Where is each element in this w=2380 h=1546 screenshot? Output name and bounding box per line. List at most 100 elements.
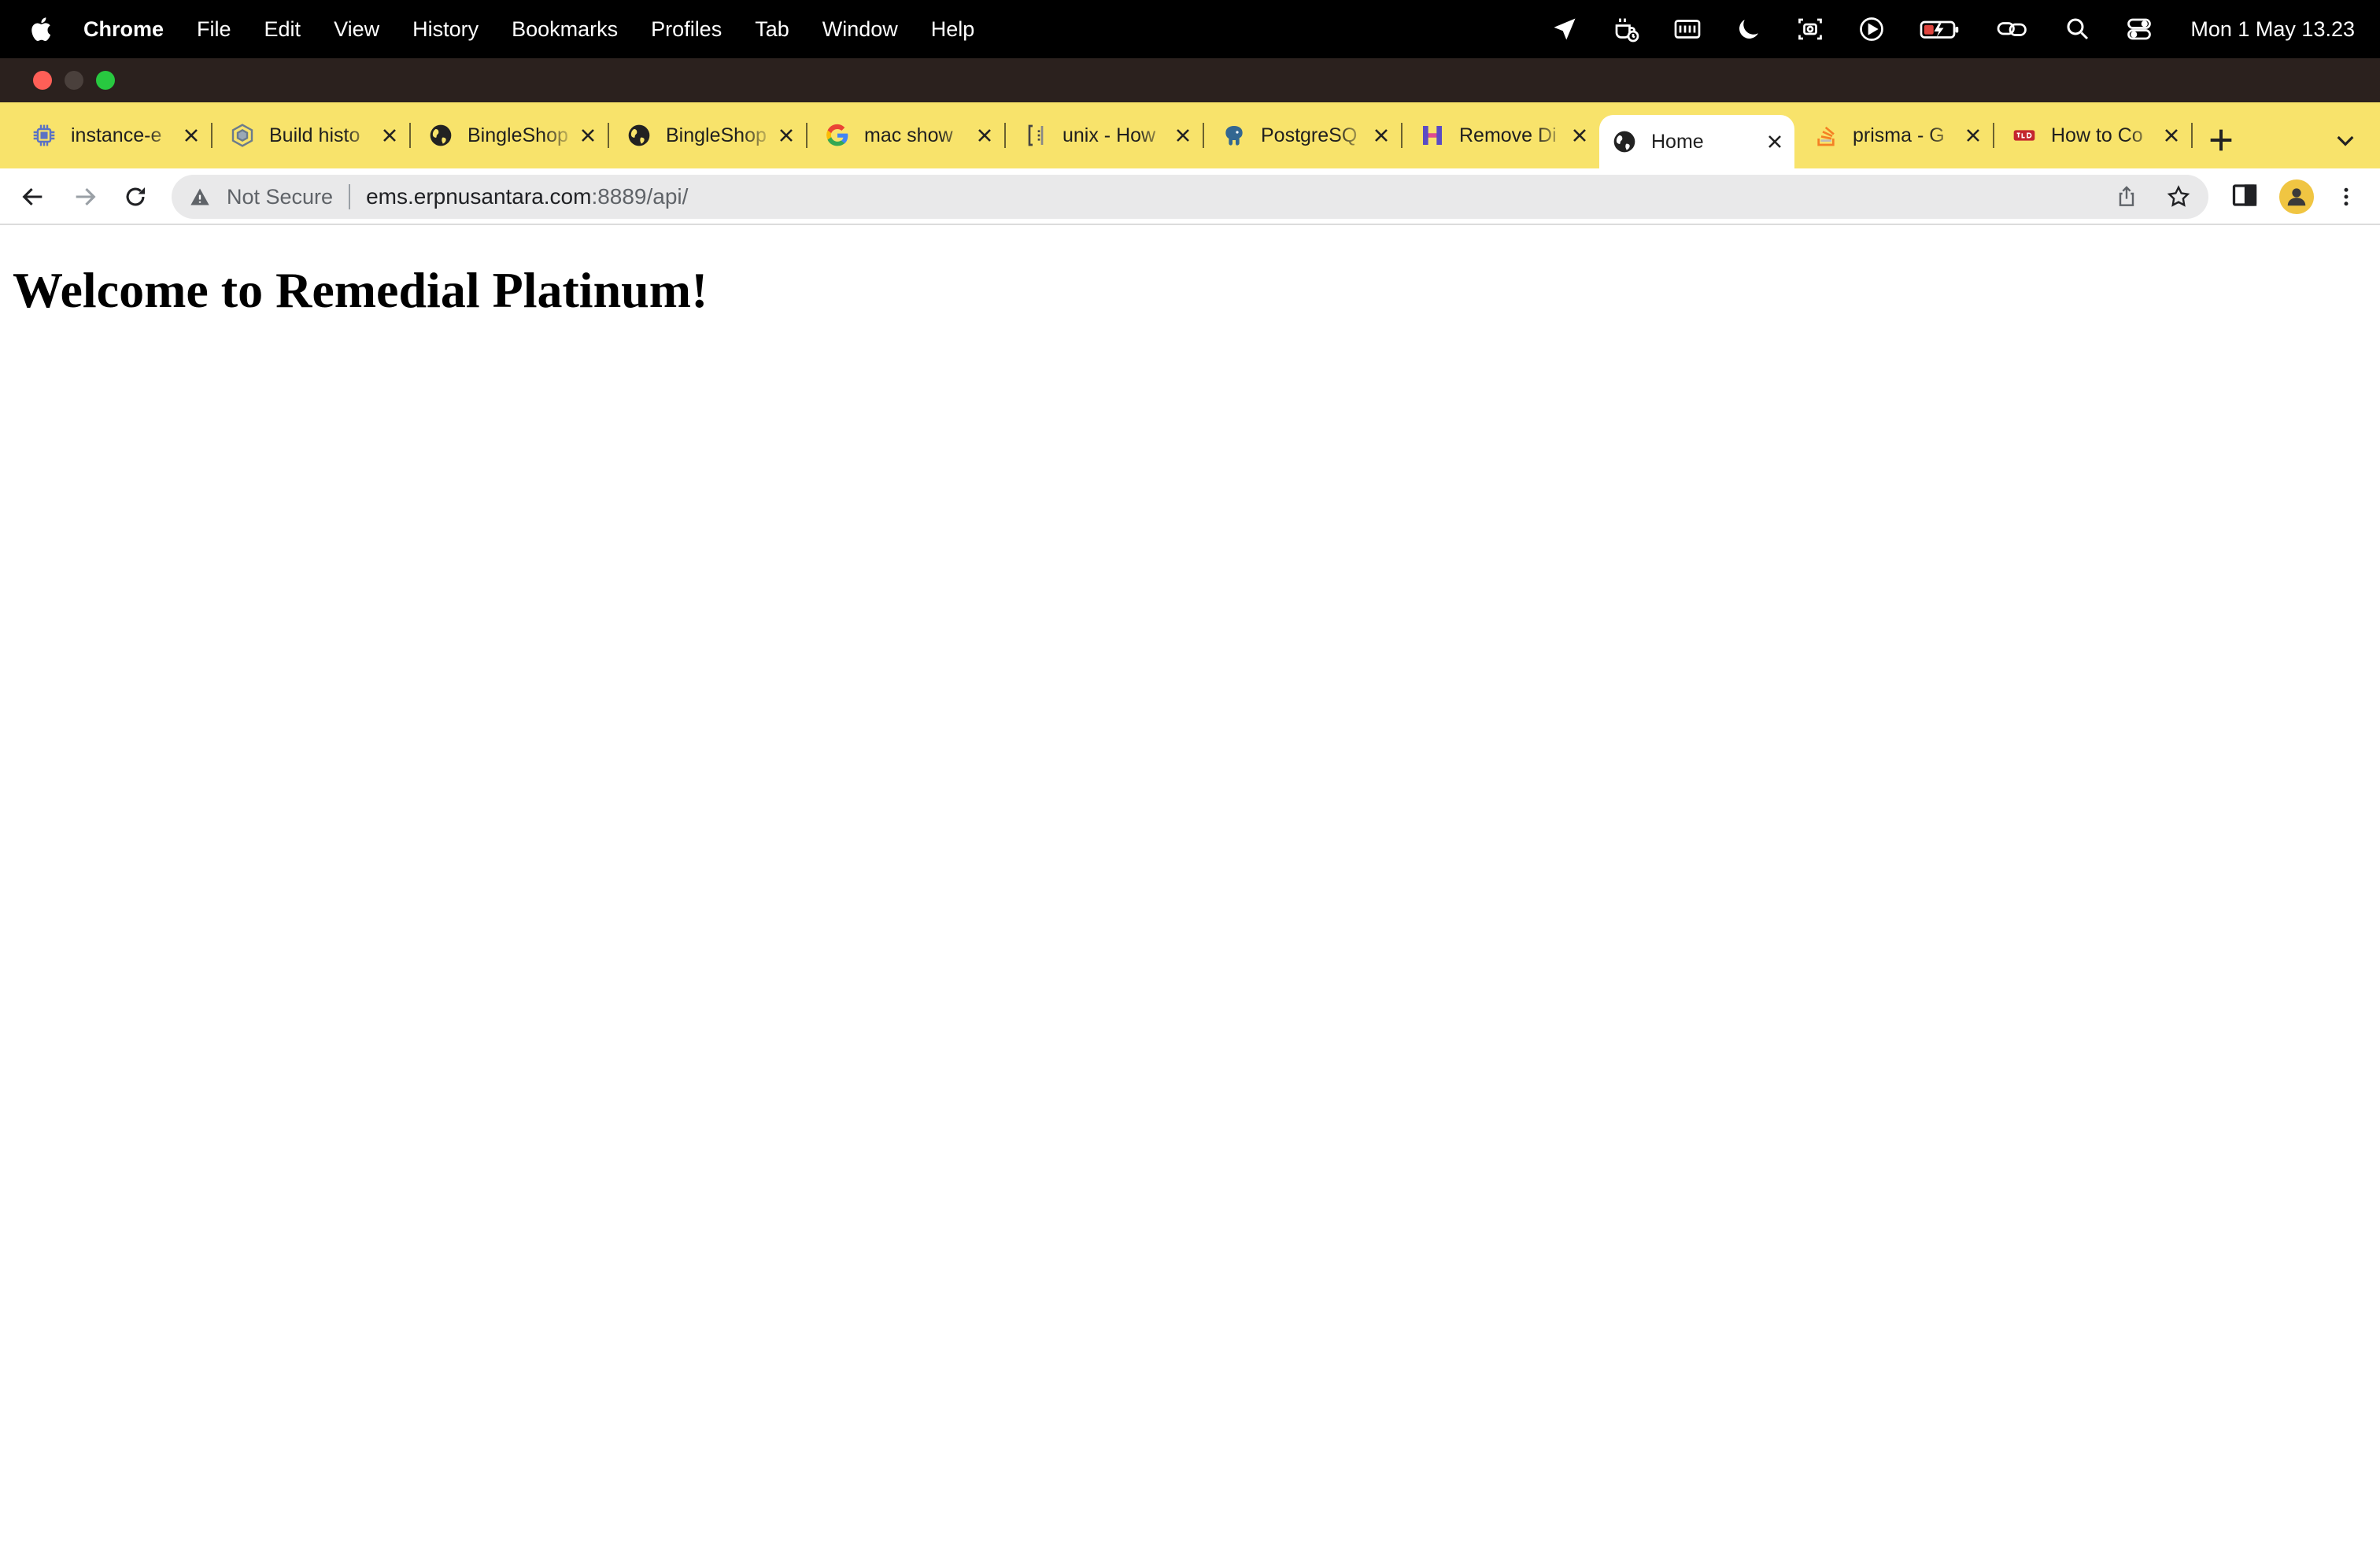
- menu-history[interactable]: History: [412, 17, 479, 42]
- close-tab-icon[interactable]: [774, 124, 798, 147]
- tab-strip: instance-e Build histo BingleShop Bingle…: [0, 102, 2380, 168]
- link-icon[interactable]: [1994, 14, 2031, 44]
- moon-icon[interactable]: [1734, 14, 1764, 44]
- back-arrow-icon[interactable]: [17, 181, 49, 213]
- close-tab-icon[interactable]: [1171, 124, 1195, 147]
- globe-icon: [626, 123, 652, 148]
- tab-search-chevron-down-icon[interactable]: [2333, 128, 2358, 153]
- globe-icon: [1612, 129, 1637, 154]
- battery-charging-icon[interactable]: [1918, 14, 1962, 44]
- more-menu-icon[interactable]: [2334, 181, 2358, 213]
- cube-icon: [230, 123, 255, 148]
- tab-bingleshop-2[interactable]: BingleShop: [614, 112, 808, 159]
- window-maximize-button[interactable]: [96, 71, 115, 90]
- tab-title: mac show: [864, 124, 953, 146]
- tab-remove-di[interactable]: Remove Di: [1407, 112, 1599, 159]
- tab-separator: [1203, 123, 1204, 148]
- tab-separator: [211, 123, 213, 148]
- address-divider: [349, 184, 351, 209]
- close-tab-icon[interactable]: [2160, 124, 2183, 147]
- google-icon: [825, 123, 850, 148]
- close-tab-icon[interactable]: [1763, 130, 1787, 153]
- tab-prisma[interactable]: prisma - G: [1801, 112, 1994, 159]
- warning-triangle-icon[interactable]: [189, 186, 211, 208]
- menu-tab[interactable]: Tab: [755, 17, 789, 42]
- red-logo-icon: [2012, 123, 2037, 148]
- close-tab-icon[interactable]: [378, 124, 401, 147]
- screenshot-icon[interactable]: [1795, 14, 1825, 44]
- menu-view[interactable]: View: [334, 17, 379, 42]
- close-tab-icon[interactable]: [576, 124, 600, 147]
- tab-title: How to Co: [2051, 124, 2143, 146]
- control-center-icon[interactable]: [2124, 14, 2154, 44]
- h-logo-icon: [1420, 123, 1445, 148]
- bracket-icon: [1023, 123, 1048, 148]
- tab-bingleshop-1[interactable]: BingleShop: [416, 112, 609, 159]
- tab-how-to-co[interactable]: How to Co: [1999, 112, 2193, 159]
- share-icon[interactable]: [2114, 184, 2139, 209]
- page-heading: Welcome to Remedial Platinum!: [13, 262, 708, 318]
- tab-title: instance-e: [71, 124, 162, 146]
- url-path: :8889/api/: [591, 184, 689, 209]
- tab-title: Remove Di: [1459, 124, 1557, 146]
- new-tab-plus-icon[interactable]: [2205, 124, 2237, 156]
- tab-instance[interactable]: instance-e: [19, 112, 213, 159]
- tab-title: PostgreSQ: [1261, 124, 1358, 146]
- tab-build-history[interactable]: Build histo: [217, 112, 411, 159]
- window-title-strip: [0, 58, 2380, 102]
- forward-arrow-icon[interactable]: [69, 181, 101, 213]
- menu-help[interactable]: Help: [931, 17, 975, 42]
- elephant-icon: [1221, 123, 1247, 148]
- tab-title: Build histo: [269, 124, 360, 146]
- tab-unix-how[interactable]: unix - How: [1011, 112, 1204, 159]
- url-text[interactable]: ems.erpnusantara.com:8889/api/: [366, 184, 688, 209]
- close-tab-icon[interactable]: [179, 124, 203, 147]
- macos-menu-bar: Chrome File Edit View History Bookmarks …: [0, 0, 2380, 58]
- coffee-timer-icon[interactable]: [1611, 14, 1641, 44]
- browser-toolbar: Not Secure ems.erpnusantara.com:8889/api…: [0, 168, 2380, 225]
- address-bar[interactable]: Not Secure ems.erpnusantara.com:8889/api…: [172, 175, 2208, 219]
- menu-file[interactable]: File: [197, 17, 231, 42]
- tab-separator: [608, 123, 609, 148]
- apple-menu-icon[interactable]: [28, 13, 55, 45]
- tab-mac-show[interactable]: mac show: [812, 112, 1006, 159]
- profile-avatar[interactable]: [2279, 179, 2314, 214]
- tab-title: Home: [1651, 130, 1704, 153]
- play-icon[interactable]: [1857, 14, 1887, 44]
- close-tab-icon[interactable]: [1961, 124, 1985, 147]
- window-close-button[interactable]: [33, 71, 52, 90]
- tab-title: prisma - G: [1853, 124, 1945, 146]
- menu-app-chrome[interactable]: Chrome: [83, 17, 164, 42]
- spotlight-search-icon[interactable]: [2063, 14, 2093, 44]
- tab-separator: [1993, 123, 1994, 148]
- menu-profiles[interactable]: Profiles: [651, 17, 722, 42]
- window-minimize-button[interactable]: [65, 71, 83, 90]
- close-tab-icon[interactable]: [1568, 124, 1591, 147]
- globe-icon: [428, 123, 453, 148]
- tab-postgresql[interactable]: PostgreSQ: [1209, 112, 1402, 159]
- tab-separator: [1004, 123, 1006, 148]
- menu-window[interactable]: Window: [822, 17, 898, 42]
- bookmark-star-icon[interactable]: [2166, 184, 2191, 209]
- chip-icon: [31, 123, 57, 148]
- side-panel-icon[interactable]: [2230, 181, 2262, 213]
- page-content: Welcome to Remedial Platinum!: [0, 227, 2380, 1546]
- keyboard-icon[interactable]: [1672, 14, 1702, 44]
- not-secure-label[interactable]: Not Secure: [227, 185, 333, 209]
- close-tab-icon[interactable]: [1369, 124, 1393, 147]
- tab-separator: [806, 123, 808, 148]
- menu-bar-status-area: Mon 1 May 13.23: [1518, 0, 2355, 58]
- tab-title: BingleShop: [666, 124, 767, 146]
- menu-edit[interactable]: Edit: [264, 17, 301, 42]
- location-icon[interactable]: [1550, 14, 1580, 44]
- url-host: ems.erpnusantara.com: [366, 184, 592, 209]
- tab-title: BingleShop: [468, 124, 568, 146]
- tab-home-active[interactable]: Home: [1599, 115, 1794, 168]
- tab-separator: [409, 123, 411, 148]
- tab-separator: [1401, 123, 1402, 148]
- reload-icon[interactable]: [120, 181, 151, 213]
- close-tab-icon[interactable]: [973, 124, 996, 147]
- menu-bookmarks[interactable]: Bookmarks: [512, 17, 618, 42]
- menu-bar-clock[interactable]: Mon 1 May 13.23: [2190, 17, 2355, 42]
- stack-icon: [1813, 123, 1839, 148]
